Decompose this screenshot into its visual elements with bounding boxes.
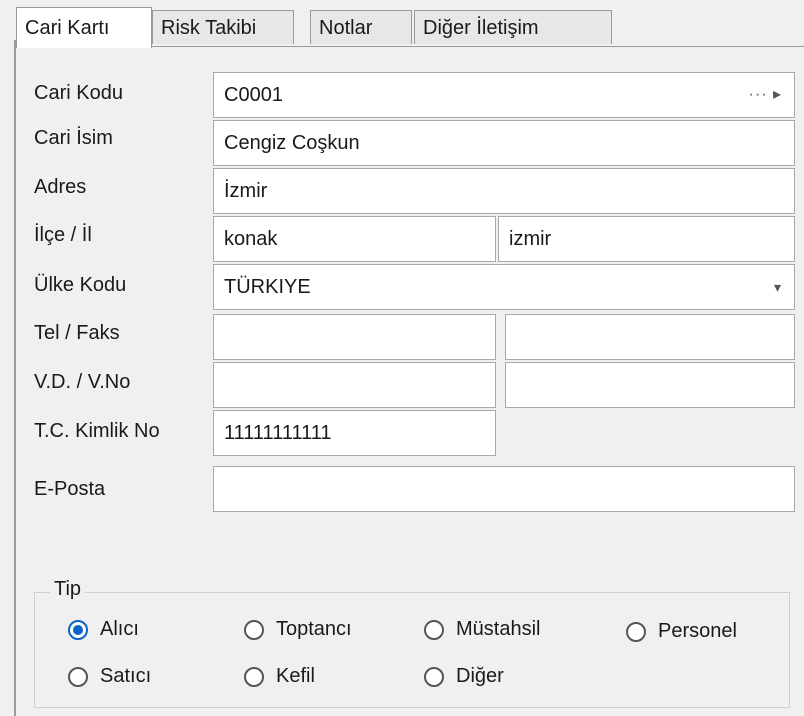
radio-satici-label: Satıcı xyxy=(100,665,152,687)
ulke-kodu-select[interactable]: TÜRKIYE ▾ xyxy=(213,264,795,310)
radio-mustahsil-label: Müstahsil xyxy=(456,618,541,640)
vd-field[interactable] xyxy=(213,362,496,408)
vd-vno-label: V.D. / V.No xyxy=(34,371,131,393)
ilce-field[interactable]: konak xyxy=(213,216,496,262)
radio-unselected-icon xyxy=(68,666,88,687)
tab-risk-takibi[interactable]: Risk Takibi xyxy=(152,10,294,44)
tab-cari-karti[interactable]: Cari Kartı xyxy=(16,7,152,48)
radio-kefil[interactable]: Kefil xyxy=(244,665,315,688)
tab-diger-iletisim[interactable]: Diğer İletişim xyxy=(414,10,612,44)
ellipsis-button-icon[interactable]: ··· ▸ xyxy=(749,73,782,117)
tc-kimlik-field[interactable]: 11111111111 xyxy=(213,410,496,456)
radio-unselected-icon xyxy=(244,619,264,640)
ulke-kodu-value: TÜRKIYE xyxy=(224,276,311,298)
radio-satici[interactable]: Satıcı xyxy=(68,665,151,688)
radio-toptanci[interactable]: Toptancı xyxy=(244,618,352,641)
chevron-down-icon[interactable]: ▾ xyxy=(774,265,782,309)
eposta-label: E-Posta xyxy=(34,478,106,500)
cari-kodu-value: C0001 xyxy=(224,84,283,106)
radio-personel[interactable]: Personel xyxy=(626,620,737,643)
tel-field[interactable] xyxy=(213,314,496,360)
tip-group-title: Tip xyxy=(50,578,86,601)
radio-unselected-icon xyxy=(244,666,264,687)
tc-kimlik-label: T.C. Kimlik No xyxy=(34,420,160,442)
vno-field[interactable] xyxy=(505,362,795,408)
il-field[interactable]: izmir xyxy=(498,216,795,262)
radio-alici-label: Alıcı xyxy=(100,618,139,640)
tab-notlar[interactable]: Notlar xyxy=(310,10,412,44)
radio-diger-label: Diğer xyxy=(456,665,504,687)
eposta-field[interactable] xyxy=(213,466,795,512)
radio-mustahsil[interactable]: Müstahsil xyxy=(424,618,540,641)
radio-toptanci-label: Toptancı xyxy=(276,618,352,640)
radio-personel-label: Personel xyxy=(658,620,737,642)
faks-field[interactable] xyxy=(505,314,795,360)
radio-alici[interactable]: Alıcı xyxy=(68,618,139,641)
tip-group xyxy=(34,592,790,708)
ilce-il-label: İlçe / İl xyxy=(34,224,92,246)
radio-selected-icon xyxy=(68,619,88,640)
radio-unselected-icon xyxy=(424,666,444,687)
cari-isim-label: Cari İsim xyxy=(34,127,113,149)
adres-field[interactable]: İzmir xyxy=(213,168,795,214)
radio-kefil-label: Kefil xyxy=(276,665,315,687)
ulke-kodu-label: Ülke Kodu xyxy=(34,274,127,296)
radio-diger[interactable]: Diğer xyxy=(424,665,504,688)
cari-kodu-field[interactable]: C0001 ··· ▸ xyxy=(213,72,795,118)
tel-faks-label: Tel / Faks xyxy=(34,322,120,344)
radio-unselected-icon xyxy=(626,621,646,642)
radio-unselected-icon xyxy=(424,619,444,640)
cari-kodu-label: Cari Kodu xyxy=(34,82,123,104)
cari-isim-field[interactable]: Cengiz Coşkun xyxy=(213,120,795,166)
adres-label: Adres xyxy=(34,176,87,198)
